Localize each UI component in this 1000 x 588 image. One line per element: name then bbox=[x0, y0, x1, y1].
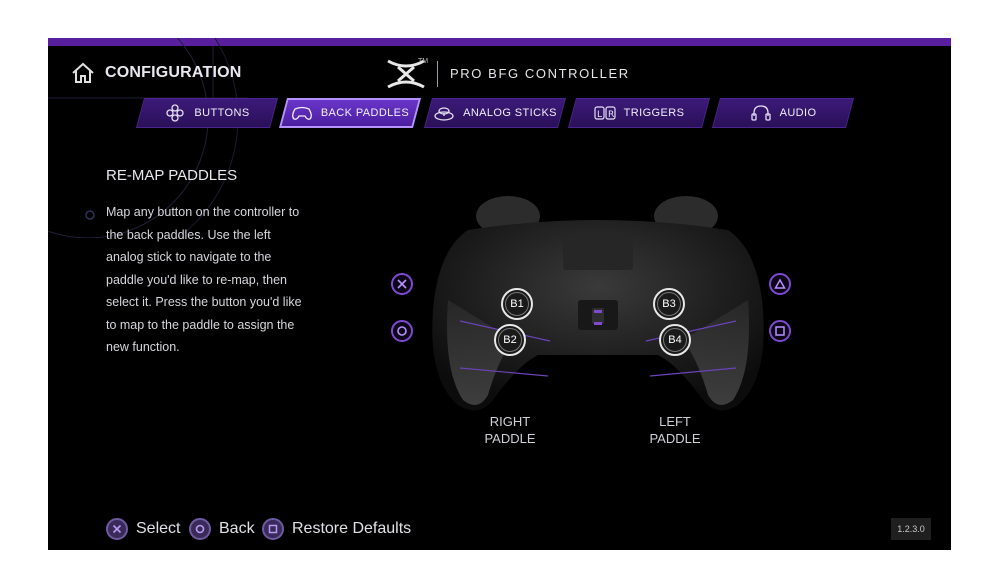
dpad-icon bbox=[166, 104, 185, 122]
header-divider bbox=[437, 61, 438, 87]
trademark-mark: TM bbox=[418, 58, 429, 65]
cross-icon bbox=[397, 279, 407, 289]
analog-stick-icon bbox=[434, 107, 454, 121]
square-icon bbox=[262, 518, 284, 540]
page-title: CONFIGURATION bbox=[105, 64, 242, 81]
version-badge: 1.2.3.0 bbox=[891, 518, 931, 540]
square-icon bbox=[775, 326, 785, 336]
home-icon[interactable] bbox=[70, 60, 96, 86]
caption-line: RIGHT bbox=[489, 414, 531, 429]
right-paddle-caption: RIGHT PADDLE bbox=[465, 413, 555, 447]
paddle-b4[interactable]: B4 bbox=[659, 324, 691, 356]
caption-line: LEFT bbox=[659, 414, 691, 429]
paddle-b2[interactable]: B2 bbox=[494, 324, 526, 356]
mapped-circle-button[interactable] bbox=[391, 320, 413, 342]
select-label: Select bbox=[136, 520, 181, 537]
controller-icon bbox=[291, 106, 312, 120]
paddle-label: B3 bbox=[662, 298, 676, 310]
caption-line: PADDLE bbox=[484, 431, 536, 446]
svg-text:R: R bbox=[608, 110, 614, 120]
mapped-cross-button[interactable] bbox=[391, 273, 413, 295]
tab-back-paddles[interactable]: BACK PADDLES bbox=[278, 98, 422, 128]
back-action[interactable]: Back bbox=[189, 518, 255, 540]
tab-label: AUDIO bbox=[779, 107, 817, 119]
headset-icon bbox=[750, 105, 771, 121]
circle-icon bbox=[397, 326, 407, 336]
tab-buttons[interactable]: BUTTONS bbox=[135, 98, 279, 128]
section-title: RE-MAP PADDLES bbox=[106, 167, 238, 184]
controller-illustration bbox=[432, 196, 764, 411]
mapped-square-button[interactable] bbox=[769, 320, 791, 342]
select-action[interactable]: Select bbox=[106, 518, 180, 540]
cross-icon bbox=[106, 518, 128, 540]
restore-defaults-label: Restore Defaults bbox=[292, 520, 412, 537]
paddle-b3[interactable]: B3 bbox=[653, 288, 685, 320]
paddle-label: B4 bbox=[668, 334, 682, 346]
triangle-icon bbox=[774, 278, 786, 289]
paddle-label: B2 bbox=[503, 334, 517, 346]
tab-analog-sticks[interactable]: ANALOG STICKS bbox=[423, 98, 567, 128]
circle-icon bbox=[189, 518, 211, 540]
tab-label: TRIGGERS bbox=[623, 107, 685, 119]
tab-audio[interactable]: AUDIO bbox=[711, 98, 855, 128]
mapped-triangle-button[interactable] bbox=[769, 273, 791, 295]
app-screen: CONFIGURATION TM PRO BFG CONTROLLER BUTT… bbox=[48, 38, 951, 550]
back-label: Back bbox=[219, 520, 255, 537]
left-paddle-caption: LEFT PADDLE bbox=[630, 413, 720, 447]
tab-triggers[interactable]: L R TRIGGERS bbox=[567, 98, 711, 128]
triggers-lr-icon: L R bbox=[594, 106, 616, 120]
tab-label: ANALOG STICKS bbox=[463, 107, 557, 119]
paddle-b1[interactable]: B1 bbox=[501, 288, 533, 320]
tab-label: BUTTONS bbox=[194, 107, 250, 119]
svg-text:L: L bbox=[597, 110, 602, 120]
paddle-label: B1 bbox=[510, 298, 524, 310]
caption-line: PADDLE bbox=[649, 431, 701, 446]
section-description: Map any button on the controller to the … bbox=[106, 205, 302, 354]
product-name: PRO BFG CONTROLLER bbox=[450, 66, 630, 81]
restore-defaults-action[interactable]: Restore Defaults bbox=[262, 518, 411, 540]
tab-label: BACK PADDLES bbox=[320, 107, 410, 119]
